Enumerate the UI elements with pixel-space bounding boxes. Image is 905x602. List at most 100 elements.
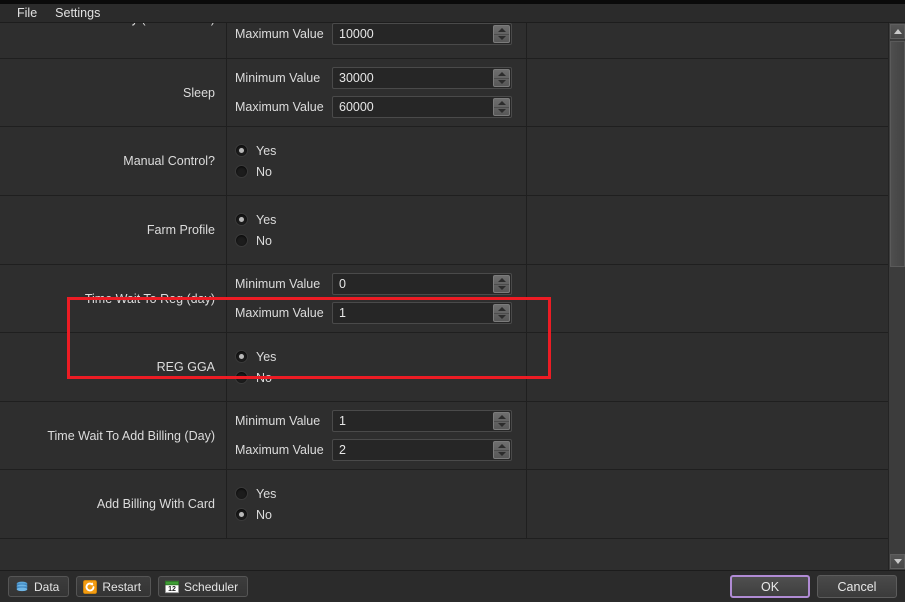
row-spacer-time-wait-to-reg-day xyxy=(527,265,888,332)
data-button[interactable]: Data xyxy=(8,576,70,597)
time-wait-to-reg-day-maximum-spinner[interactable] xyxy=(493,304,510,322)
sleep-maximum-spinner[interactable] xyxy=(493,98,510,116)
add-billing-with-card-no-label: No xyxy=(256,507,272,522)
settings-scroll-area[interactable]: Delay (Miliseconds) Maximum Value Sleep Min… xyxy=(0,23,905,570)
farm-profile-yes[interactable]: Yes xyxy=(235,213,526,227)
farm-profile-no-label: No xyxy=(256,233,272,248)
sleep-minimum-caption: Minimum Value xyxy=(235,71,321,85)
manual-control-yes[interactable]: Yes xyxy=(235,144,526,158)
time-wait-to-add-billing-day-maximum-decrement-icon[interactable] xyxy=(494,451,509,459)
time-wait-to-reg-day-minimum-increment-icon[interactable] xyxy=(494,276,509,285)
row-control-delay-milliseconds: Maximum Value xyxy=(227,23,527,58)
time-wait-to-reg-day-maximum-input[interactable] xyxy=(333,303,511,323)
sleep-maximum-field-row: Maximum Value xyxy=(235,96,526,118)
time-wait-to-reg-day-minimum-decrement-icon[interactable] xyxy=(494,285,509,293)
time-wait-to-add-billing-day-minimum-decrement-icon[interactable] xyxy=(494,422,509,430)
time-wait-to-add-billing-day-maximum-caption: Maximum Value xyxy=(235,443,324,457)
time-wait-to-reg-day-minimum-field-row: Minimum Value xyxy=(235,273,526,295)
row-label-time-wait-to-add-billing-day: Time Wait To Add Billing (Day) xyxy=(0,402,227,469)
row-control-time-wait-to-reg-day: Minimum Value Maximum Value xyxy=(227,265,527,332)
time-wait-to-reg-day-maximum-caption: Maximum Value xyxy=(235,306,324,320)
farm-profile-no[interactable]: No xyxy=(235,234,526,248)
farm-profile-yes-radio-icon[interactable] xyxy=(235,213,248,226)
scrollbar-thumb[interactable] xyxy=(890,41,905,267)
manual-control-no-radio-icon[interactable] xyxy=(235,165,248,178)
settings-grid: Delay (Miliseconds) Maximum Value Sleep Min… xyxy=(0,23,888,539)
time-wait-to-reg-day-maximum-spinbox[interactable] xyxy=(332,302,512,324)
delay-milliseconds-maximum-field-row: Maximum Value xyxy=(235,23,526,45)
settings-row-delay-milliseconds: Delay (Miliseconds) Maximum Value xyxy=(0,23,888,59)
time-wait-to-reg-day-maximum-increment-icon[interactable] xyxy=(494,305,509,314)
row-label-manual-control: Manual Control? xyxy=(0,127,227,195)
time-wait-to-add-billing-day-minimum-spinbox[interactable] xyxy=(332,410,512,432)
menu-settings[interactable]: Settings xyxy=(46,4,109,22)
sleep-maximum-increment-icon[interactable] xyxy=(494,99,509,108)
ok-button[interactable]: OK xyxy=(730,575,810,598)
reg-gga-yes-radio-icon[interactable] xyxy=(235,350,248,363)
delay-milliseconds-maximum-caption: Maximum Value xyxy=(235,27,324,41)
restart-icon xyxy=(83,579,98,594)
time-wait-to-add-billing-day-maximum-input[interactable] xyxy=(333,440,511,460)
row-spacer-sleep xyxy=(527,59,888,126)
scheduler-button[interactable]: 12 Scheduler xyxy=(158,576,249,597)
sleep-minimum-increment-icon[interactable] xyxy=(494,70,509,79)
sleep-maximum-input[interactable] xyxy=(333,97,511,117)
time-wait-to-reg-day-minimum-spinbox[interactable] xyxy=(332,273,512,295)
reg-gga-no-radio-icon[interactable] xyxy=(235,371,248,384)
cancel-button[interactable]: Cancel xyxy=(817,575,897,598)
restart-button[interactable]: Restart xyxy=(76,576,152,597)
row-control-farm-profile: Yes No xyxy=(227,196,527,264)
time-wait-to-add-billing-day-maximum-spinner[interactable] xyxy=(493,441,510,459)
menu-file[interactable]: File xyxy=(8,4,46,22)
reg-gga-no[interactable]: No xyxy=(235,371,526,385)
farm-profile-no-radio-icon[interactable] xyxy=(235,234,248,247)
time-wait-to-reg-day-minimum-caption: Minimum Value xyxy=(235,277,321,291)
manual-control-no[interactable]: No xyxy=(235,165,526,179)
vertical-scrollbar[interactable] xyxy=(888,23,905,570)
time-wait-to-add-billing-day-maximum-spinbox[interactable] xyxy=(332,439,512,461)
row-control-reg-gga: Yes No xyxy=(227,333,527,401)
delay-milliseconds-maximum-increment-icon[interactable] xyxy=(494,26,509,35)
scroll-down-arrow-icon[interactable] xyxy=(890,554,905,569)
delay-milliseconds-maximum-spinner[interactable] xyxy=(493,25,510,43)
sleep-minimum-input[interactable] xyxy=(333,68,511,88)
settings-row-manual-control: Manual Control? Yes No xyxy=(0,127,888,196)
settings-row-farm-profile: Farm Profile Yes No xyxy=(0,196,888,265)
delay-milliseconds-maximum-decrement-icon[interactable] xyxy=(494,35,509,43)
time-wait-to-reg-day-minimum-input[interactable] xyxy=(333,274,511,294)
delay-milliseconds-maximum-input[interactable] xyxy=(333,24,511,44)
add-billing-with-card-no-radio-icon[interactable] xyxy=(235,508,248,521)
reg-gga-yes-label: Yes xyxy=(256,349,277,364)
calendar-icon: 12 xyxy=(165,580,180,593)
reg-gga-yes[interactable]: Yes xyxy=(235,350,526,364)
scroll-up-arrow-icon[interactable] xyxy=(890,24,905,39)
time-wait-to-add-billing-day-minimum-spinner[interactable] xyxy=(493,412,510,430)
time-wait-to-add-billing-day-minimum-increment-icon[interactable] xyxy=(494,413,509,422)
add-billing-with-card-yes-radio-icon[interactable] xyxy=(235,487,248,500)
time-wait-to-add-billing-day-minimum-input[interactable] xyxy=(333,411,511,431)
time-wait-to-reg-day-maximum-decrement-icon[interactable] xyxy=(494,314,509,322)
sleep-minimum-spinner[interactable] xyxy=(493,69,510,87)
menu-bar: File Settings xyxy=(0,4,905,23)
sleep-minimum-decrement-icon[interactable] xyxy=(494,79,509,87)
settings-row-reg-gga: REG GGA Yes No xyxy=(0,333,888,402)
manual-control-no-label: No xyxy=(256,164,272,179)
time-wait-to-reg-day-minimum-spinner[interactable] xyxy=(493,275,510,293)
sleep-minimum-spinbox[interactable] xyxy=(332,67,512,89)
row-label-text-delay-milliseconds: Delay (Miliseconds) xyxy=(106,23,215,26)
add-billing-with-card-yes[interactable]: Yes xyxy=(235,487,526,501)
svg-text:12: 12 xyxy=(168,586,176,593)
row-label-reg-gga: REG GGA xyxy=(0,333,227,401)
sleep-maximum-spinbox[interactable] xyxy=(332,96,512,118)
time-wait-to-add-billing-day-maximum-increment-icon[interactable] xyxy=(494,442,509,451)
add-billing-with-card-no[interactable]: No xyxy=(235,508,526,522)
row-label-time-wait-to-reg-day: Time Wait To Reg (day) xyxy=(0,265,227,332)
row-spacer-time-wait-to-add-billing-day xyxy=(527,402,888,469)
manual-control-yes-radio-icon[interactable] xyxy=(235,144,248,157)
settings-window: File Settings Delay (Miliseconds) Maximum… xyxy=(0,0,905,602)
reg-gga-no-label: No xyxy=(256,370,272,385)
row-control-manual-control: Yes No xyxy=(227,127,527,195)
delay-milliseconds-maximum-spinbox[interactable] xyxy=(332,23,512,45)
sleep-maximum-decrement-icon[interactable] xyxy=(494,108,509,116)
row-spacer-reg-gga xyxy=(527,333,888,401)
